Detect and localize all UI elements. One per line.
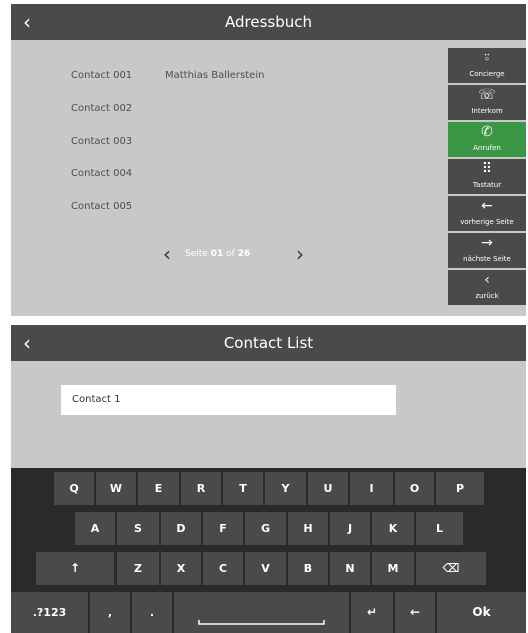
contact-id: Contact 002: [71, 103, 133, 114]
on-screen-keyboard: Q W E R T Y U I O P A S D F G H J K L ↑ …: [11, 468, 526, 633]
anrufen-button[interactable]: ✆ Anrufen: [448, 122, 526, 157]
key-v[interactable]: V: [245, 552, 286, 585]
concierge-button[interactable]: ⍤ Concierge: [448, 48, 526, 83]
symbols-key[interactable]: .?123: [11, 592, 88, 633]
contact-row[interactable]: Contact 002: [11, 97, 441, 121]
page-total: 26: [237, 249, 251, 259]
handset-icon: ✆: [481, 124, 493, 140]
key-s[interactable]: S: [117, 512, 159, 545]
key-p[interactable]: P: [436, 472, 484, 505]
page-indicator: Seite 01 of 26: [185, 247, 250, 261]
page-of: of: [226, 249, 235, 259]
page-title: Contact List: [223, 334, 314, 352]
key-w[interactable]: W: [96, 472, 136, 505]
key-q[interactable]: Q: [54, 472, 94, 505]
shift-key-arrow-up-icon[interactable]: ↑: [36, 552, 114, 585]
key-i[interactable]: I: [350, 472, 393, 505]
anrufen-label: Anrufen: [473, 144, 501, 152]
contact-list-screen: ‹ Contact List Contact 1 Q W E R T Y U I…: [11, 325, 526, 633]
arrow-left-icon: ←: [481, 198, 493, 214]
zurueck-button[interactable]: ‹ zurück: [448, 270, 526, 305]
key-l[interactable]: L: [416, 512, 463, 545]
key-m[interactable]: M: [372, 552, 414, 585]
key-y[interactable]: Y: [265, 472, 306, 505]
cursor-left-key-arrow-left-icon[interactable]: ←: [395, 592, 435, 633]
header-bar: ‹ Adressbuch: [11, 4, 526, 40]
key-e[interactable]: E: [138, 472, 179, 505]
contact-id: Contact 001: [71, 70, 133, 81]
keypad-icon: ⠿: [481, 161, 493, 177]
page-current: 01: [210, 249, 224, 259]
previous-page-button[interactable]: ← vorherige Seite: [448, 196, 526, 231]
pagination: ‹ Seite 01 of 26 ›: [151, 242, 321, 266]
header-bar: ‹ Contact List: [11, 325, 526, 361]
ok-key[interactable]: Ok: [437, 592, 526, 633]
page-title: Adressbuch: [225, 13, 312, 31]
previous-page-label: vorherige Seite: [460, 218, 514, 226]
key-a[interactable]: A: [75, 512, 115, 545]
contact-id: Contact 003: [71, 136, 133, 147]
zurueck-label: zurück: [475, 292, 499, 300]
intercom-phone-icon: ☏: [478, 87, 496, 103]
prev-page-chevron-icon[interactable]: ‹: [163, 242, 171, 266]
key-comma[interactable]: ,: [90, 592, 130, 633]
concierge-label: Concierge: [469, 70, 505, 78]
chevron-left-icon: ‹: [484, 272, 490, 288]
key-n[interactable]: N: [330, 552, 370, 585]
tastatur-button[interactable]: ⠿ Tastatur: [448, 159, 526, 194]
contact-name-input[interactable]: Contact 1: [61, 385, 396, 415]
contact-row[interactable]: Contact 005: [11, 195, 441, 219]
contact-id: Contact 004: [71, 168, 133, 179]
key-x[interactable]: X: [161, 552, 201, 585]
next-page-button[interactable]: → nächste Seite: [448, 233, 526, 268]
key-f[interactable]: F: [203, 512, 243, 545]
interkom-label: Interkom: [471, 107, 503, 115]
contact-row[interactable]: Contact 001 Matthias Ballerstein: [11, 64, 441, 88]
arrow-right-icon: →: [481, 235, 493, 251]
concierge-bell-icon: ⍤: [482, 50, 492, 66]
key-o[interactable]: O: [395, 472, 434, 505]
key-b[interactable]: B: [288, 552, 328, 585]
space-key[interactable]: [174, 592, 349, 633]
key-g[interactable]: G: [245, 512, 286, 545]
key-c[interactable]: C: [203, 552, 243, 585]
next-page-label: nächste Seite: [463, 255, 511, 263]
contact-id: Contact 005: [71, 201, 133, 212]
key-t[interactable]: T: [223, 472, 263, 505]
space-bar-icon: [198, 620, 325, 625]
key-period[interactable]: .: [132, 592, 172, 633]
interkom-button[interactable]: ☏ Interkom: [448, 85, 526, 120]
key-h[interactable]: H: [288, 512, 328, 545]
key-r[interactable]: R: [181, 472, 221, 505]
key-d[interactable]: D: [161, 512, 201, 545]
contact-name: Matthias Ballerstein: [165, 70, 265, 81]
key-j[interactable]: J: [330, 512, 370, 545]
tastatur-label: Tastatur: [472, 181, 502, 189]
contact-row[interactable]: Contact 004: [11, 162, 441, 186]
contact-row[interactable]: Contact 003: [11, 130, 441, 154]
enter-key-return-icon[interactable]: ↵: [351, 592, 393, 633]
key-z[interactable]: Z: [117, 552, 159, 585]
next-page-chevron-icon[interactable]: ›: [296, 242, 304, 266]
key-u[interactable]: U: [308, 472, 348, 505]
backspace-key-delete-icon[interactable]: ⌫: [416, 552, 486, 585]
addressbook-screen: ‹ Adressbuch Contact 001 Matthias Baller…: [11, 4, 526, 316]
page-label: Seite: [185, 249, 208, 259]
key-k[interactable]: K: [372, 512, 414, 545]
